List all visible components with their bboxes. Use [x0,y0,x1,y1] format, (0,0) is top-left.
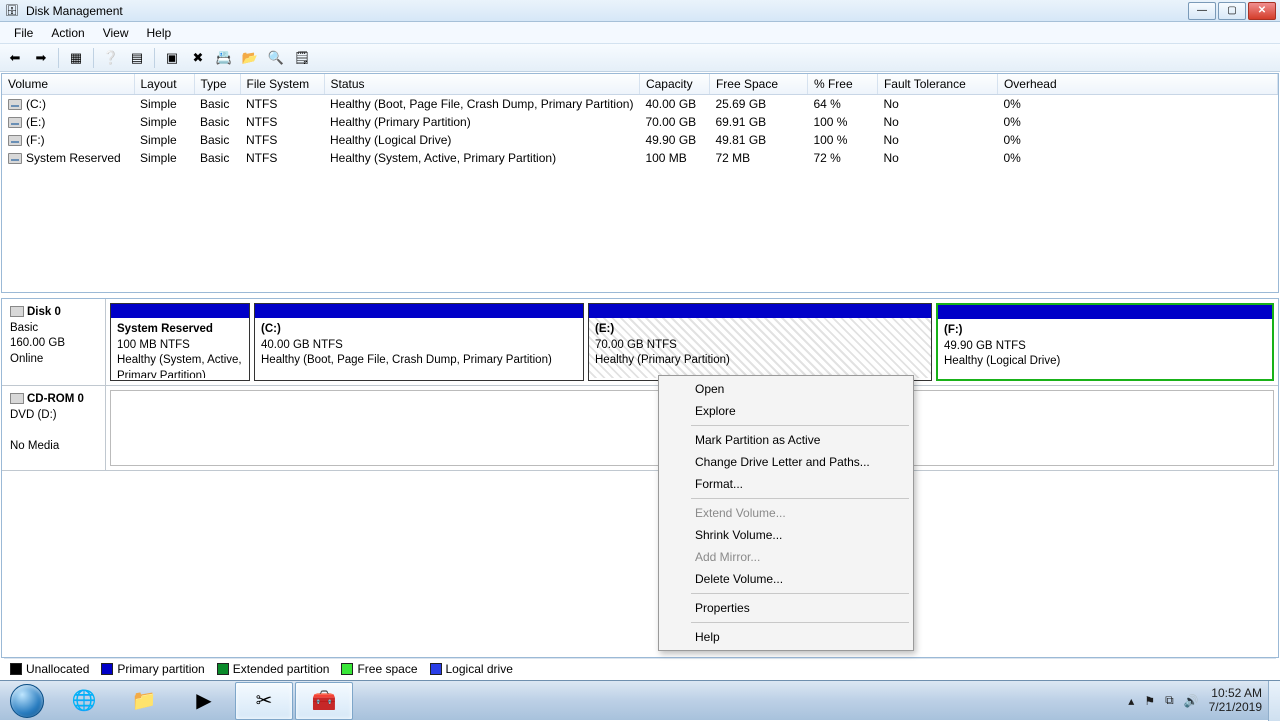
taskbar-media-player[interactable]: ▶ [175,682,233,720]
taskbar-disk-management[interactable]: 🧰 [295,682,353,720]
drive-icon [8,135,22,146]
system-tray: ▴ ⚑ ⧉ 🔊 10:52 AM 7/21/2019 [1128,687,1268,713]
tray-show-hidden-icon[interactable]: ▴ [1128,694,1134,708]
taskbar: 🌐 📁 ▶ ✂ 🧰 ▴ ⚑ ⧉ 🔊 10:52 AM 7/21/2019 [0,680,1280,720]
properties-button-toolbar[interactable]: 🗒 [291,47,313,69]
table-row[interactable]: (F:)SimpleBasicNTFSHealthy (Logical Driv… [2,131,1278,149]
col-type[interactable]: Type [194,74,240,95]
maximize-button[interactable]: ▢ [1218,2,1246,20]
ctx-shrink-volume[interactable]: Shrink Volume... [661,524,911,546]
forward-button[interactable]: ➡ [30,47,52,69]
menu-file[interactable]: File [6,24,41,42]
ctx-extend-volume: Extend Volume... [661,502,911,524]
ctx-open[interactable]: Open [661,378,911,400]
partition-c[interactable]: (C:)40.00 GB NTFSHealthy (Boot, Page Fil… [254,303,584,381]
col-status[interactable]: Status [324,74,639,95]
find-button[interactable]: 🔍 [265,47,287,69]
settings-button[interactable]: 📇 [213,47,235,69]
show-hide-action-pane-button[interactable]: ▤ [126,47,148,69]
window-title: Disk Management [26,4,1188,18]
taskbar-explorer[interactable]: 📁 [115,682,173,720]
disk-map: Disk 0 Basic 160.00 GB Online System Res… [1,298,1279,658]
col-fault-tolerance[interactable]: Fault Tolerance [877,74,997,95]
disk-label-cdrom0[interactable]: CD-ROM 0 DVD (D:) No Media [2,386,106,470]
context-menu: Open Explore Mark Partition as Active Ch… [658,375,914,651]
help-button[interactable]: ❔ [100,47,122,69]
ctx-add-mirror: Add Mirror... [661,546,911,568]
tray-volume-icon[interactable]: 🔊 [1184,694,1199,708]
tray-flag-icon[interactable]: ⚑ [1144,694,1155,708]
back-button[interactable]: ⬅ [4,47,26,69]
col-filesystem[interactable]: File System [240,74,324,95]
partition-e[interactable]: (E:)70.00 GB NTFSHealthy (Primary Partit… [588,303,932,381]
ctx-delete-volume[interactable]: Delete Volume... [661,568,911,590]
show-desktop-button[interactable] [1268,681,1280,721]
disk-icon [10,306,24,317]
show-hide-console-tree-button[interactable]: ▦ [65,47,87,69]
close-button[interactable]: ✕ [1248,2,1276,20]
ctx-help[interactable]: Help [661,626,911,648]
ctx-format[interactable]: Format... [661,473,911,495]
col-capacity[interactable]: Capacity [639,74,709,95]
rescan-disks-button[interactable]: ✖ [187,47,209,69]
table-row[interactable]: (E:)SimpleBasicNTFSHealthy (Primary Part… [2,113,1278,131]
app-icon: 🗄 [4,3,20,19]
drive-icon [8,99,22,110]
disk-label-disk0[interactable]: Disk 0 Basic 160.00 GB Online [2,299,106,385]
menu-action[interactable]: Action [43,24,92,42]
toolbar: ⬅ ➡ ▦ ❔ ▤ ▣ ✖ 📇 📂 🔍 🗒 [0,44,1280,72]
col-volume[interactable]: Volume [2,74,134,95]
ctx-explore[interactable]: Explore [661,400,911,422]
tray-network-icon[interactable]: ⧉ [1165,693,1174,708]
tray-clock[interactable]: 10:52 AM 7/21/2019 [1209,687,1262,713]
menu-bar: File Action View Help [0,22,1280,44]
drive-icon [8,117,22,128]
table-row[interactable]: System ReservedSimpleBasicNTFSHealthy (S… [2,149,1278,167]
table-row[interactable]: (C:)SimpleBasicNTFSHealthy (Boot, Page F… [2,95,1278,114]
title-bar: 🗄 Disk Management — ▢ ✕ [0,0,1280,22]
cdrom-icon [10,393,24,404]
volume-list[interactable]: Volume Layout Type File System Status Ca… [1,73,1279,293]
drive-icon [8,153,22,164]
partition-f[interactable]: (F:)49.90 GB NTFSHealthy (Logical Drive) [936,303,1274,381]
minimize-button[interactable]: — [1188,2,1216,20]
partition-system-reserved[interactable]: System Reserved100 MB NTFSHealthy (Syste… [110,303,250,381]
table-header-row: Volume Layout Type File System Status Ca… [2,74,1278,95]
col-percent-free[interactable]: % Free [807,74,877,95]
legend: Unallocated Primary partition Extended p… [4,658,1276,678]
ctx-change-drive-letter[interactable]: Change Drive Letter and Paths... [661,451,911,473]
refresh-button[interactable]: ▣ [161,47,183,69]
menu-view[interactable]: View [95,24,137,42]
menu-help[interactable]: Help [139,24,180,42]
taskbar-ie[interactable]: 🌐 [55,682,113,720]
col-free-space[interactable]: Free Space [709,74,807,95]
col-layout[interactable]: Layout [134,74,194,95]
taskbar-snipping-tool[interactable]: ✂ [235,682,293,720]
ctx-properties[interactable]: Properties [661,597,911,619]
disk-row-disk0: Disk 0 Basic 160.00 GB Online System Res… [2,299,1278,386]
disk-row-cdrom0: CD-ROM 0 DVD (D:) No Media [2,386,1278,471]
ctx-mark-active[interactable]: Mark Partition as Active [661,429,911,451]
start-button[interactable] [0,681,54,721]
open-button-toolbar[interactable]: 📂 [239,47,261,69]
col-overhead[interactable]: Overhead [997,74,1277,95]
